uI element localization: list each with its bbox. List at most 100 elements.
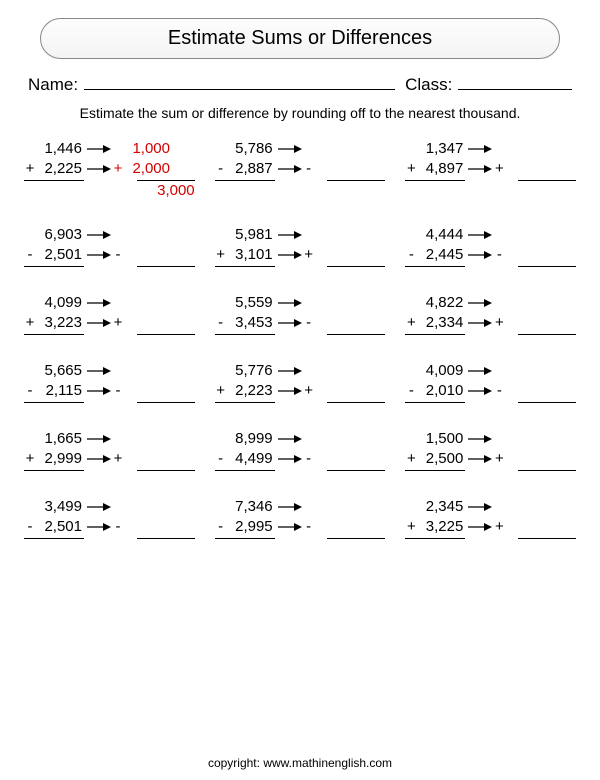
- rounded-b[interactable]: [315, 527, 361, 528]
- problem: 1,347 + 4,897 +: [405, 139, 576, 199]
- arrow-icon: [85, 521, 111, 533]
- operand-b: 2,445: [417, 245, 465, 265]
- problem: 8,999 - 4,499 -: [215, 429, 386, 471]
- rounded-b[interactable]: [315, 255, 361, 256]
- arrow-icon: [276, 229, 302, 241]
- rule-line-left: [215, 334, 275, 335]
- arrow-icon: [276, 501, 302, 513]
- arrow-icon: [85, 317, 111, 329]
- rule-line-left: [24, 266, 84, 267]
- rounded-a[interactable]: [315, 149, 361, 150]
- operand-a: 8,999: [227, 429, 275, 449]
- rounded-a[interactable]: [315, 371, 361, 372]
- rounded-a[interactable]: [505, 149, 551, 150]
- operator-2: -: [303, 449, 315, 469]
- operand-b: 3,453: [227, 313, 275, 333]
- operator: -: [24, 245, 36, 265]
- problem: 4,009 - 2,010 -: [405, 361, 576, 403]
- rule-line-left: [215, 402, 275, 403]
- rounded-b[interactable]: [315, 169, 361, 170]
- rounded-b[interactable]: [124, 323, 170, 324]
- rounded-a[interactable]: [505, 371, 551, 372]
- operand-b: 4,897: [417, 159, 465, 179]
- rounded-a[interactable]: [505, 235, 551, 236]
- operator-2: -: [112, 381, 124, 401]
- name-input-line[interactable]: [84, 73, 395, 90]
- class-input-line[interactable]: [458, 73, 572, 90]
- operand-a: 5,776: [227, 361, 275, 381]
- rule-line-right: [327, 538, 385, 539]
- rule-line-right: [327, 266, 385, 267]
- rounded-a[interactable]: [505, 303, 551, 304]
- arrow-icon: [466, 143, 492, 155]
- rounded-a[interactable]: [124, 235, 170, 236]
- rounded-b[interactable]: [505, 255, 551, 256]
- rounded-b[interactable]: [315, 391, 361, 392]
- arrow-icon: [85, 229, 111, 241]
- rounded-b[interactable]: [505, 169, 551, 170]
- problem: 5,786 - 2,887 -: [215, 139, 386, 199]
- operand-a: 1,446: [36, 139, 84, 159]
- rule-line-right: [518, 266, 576, 267]
- problem: 4,444 - 2,445 -: [405, 225, 576, 267]
- operand-a: 5,981: [227, 225, 275, 245]
- operator: -: [215, 449, 227, 469]
- arrow-icon: [466, 163, 492, 175]
- rounded-a[interactable]: [315, 439, 361, 440]
- rule-line-right: [327, 180, 385, 181]
- rounded-b: 2,000: [124, 159, 170, 180]
- operand-b: 4,499: [227, 449, 275, 469]
- arrow-icon: [85, 453, 111, 465]
- rounded-a[interactable]: [124, 303, 170, 304]
- rounded-b[interactable]: [505, 391, 551, 392]
- operator-2: -: [112, 517, 124, 537]
- operand-b: 2,334: [417, 313, 465, 333]
- arrow-icon: [276, 163, 302, 175]
- operator-2: +: [493, 159, 505, 179]
- arrow-icon: [466, 433, 492, 445]
- rounded-a[interactable]: [315, 235, 361, 236]
- copyright-footer: copyright: www.mathinenglish.com: [0, 756, 600, 770]
- rule-line-right: [137, 180, 195, 181]
- operator-2: +: [303, 381, 315, 401]
- rounded-a[interactable]: [315, 507, 361, 508]
- rule-line-right: [518, 334, 576, 335]
- arrow-icon: [85, 433, 111, 445]
- operator-2: +: [112, 313, 124, 333]
- rounded-b[interactable]: [124, 527, 170, 528]
- operator: +: [24, 449, 36, 469]
- arrow-icon: [466, 385, 492, 397]
- operand-b: 2,223: [227, 381, 275, 401]
- instruction-text: Estimate the sum or difference by roundi…: [22, 105, 578, 121]
- rounded-b[interactable]: [315, 323, 361, 324]
- rounded-b[interactable]: [124, 391, 170, 392]
- operand-b: 2,501: [36, 245, 84, 265]
- problem-grid: 1,446 1,000 + 2,225 + 2,000 3,000 5,786 …: [22, 139, 578, 539]
- rule-line-left: [215, 180, 275, 181]
- rounded-b[interactable]: [315, 459, 361, 460]
- meta-row: Name: Class:: [22, 73, 578, 95]
- arrow-icon: [466, 229, 492, 241]
- rounded-b[interactable]: [124, 255, 170, 256]
- problem: 2,345 + 3,225 +: [405, 497, 576, 539]
- rule-line-right: [327, 470, 385, 471]
- rounded-a[interactable]: [505, 507, 551, 508]
- rounded-b[interactable]: [505, 323, 551, 324]
- rule-line-right: [137, 538, 195, 539]
- rounded-a[interactable]: [124, 507, 170, 508]
- rounded-a[interactable]: [124, 439, 170, 440]
- operator: +: [405, 449, 417, 469]
- arrow-icon: [276, 521, 302, 533]
- rounded-b[interactable]: [124, 459, 170, 460]
- rule-line-right: [327, 334, 385, 335]
- rounded-b[interactable]: [505, 459, 551, 460]
- operator: +: [405, 313, 417, 333]
- rule-line-left: [215, 538, 275, 539]
- rounded-a[interactable]: [124, 371, 170, 372]
- rule-line-left: [405, 266, 465, 267]
- rounded-a[interactable]: [315, 303, 361, 304]
- operator: -: [24, 381, 36, 401]
- problem: 4,099 + 3,223 +: [24, 293, 195, 335]
- rounded-a[interactable]: [505, 439, 551, 440]
- rounded-b[interactable]: [505, 527, 551, 528]
